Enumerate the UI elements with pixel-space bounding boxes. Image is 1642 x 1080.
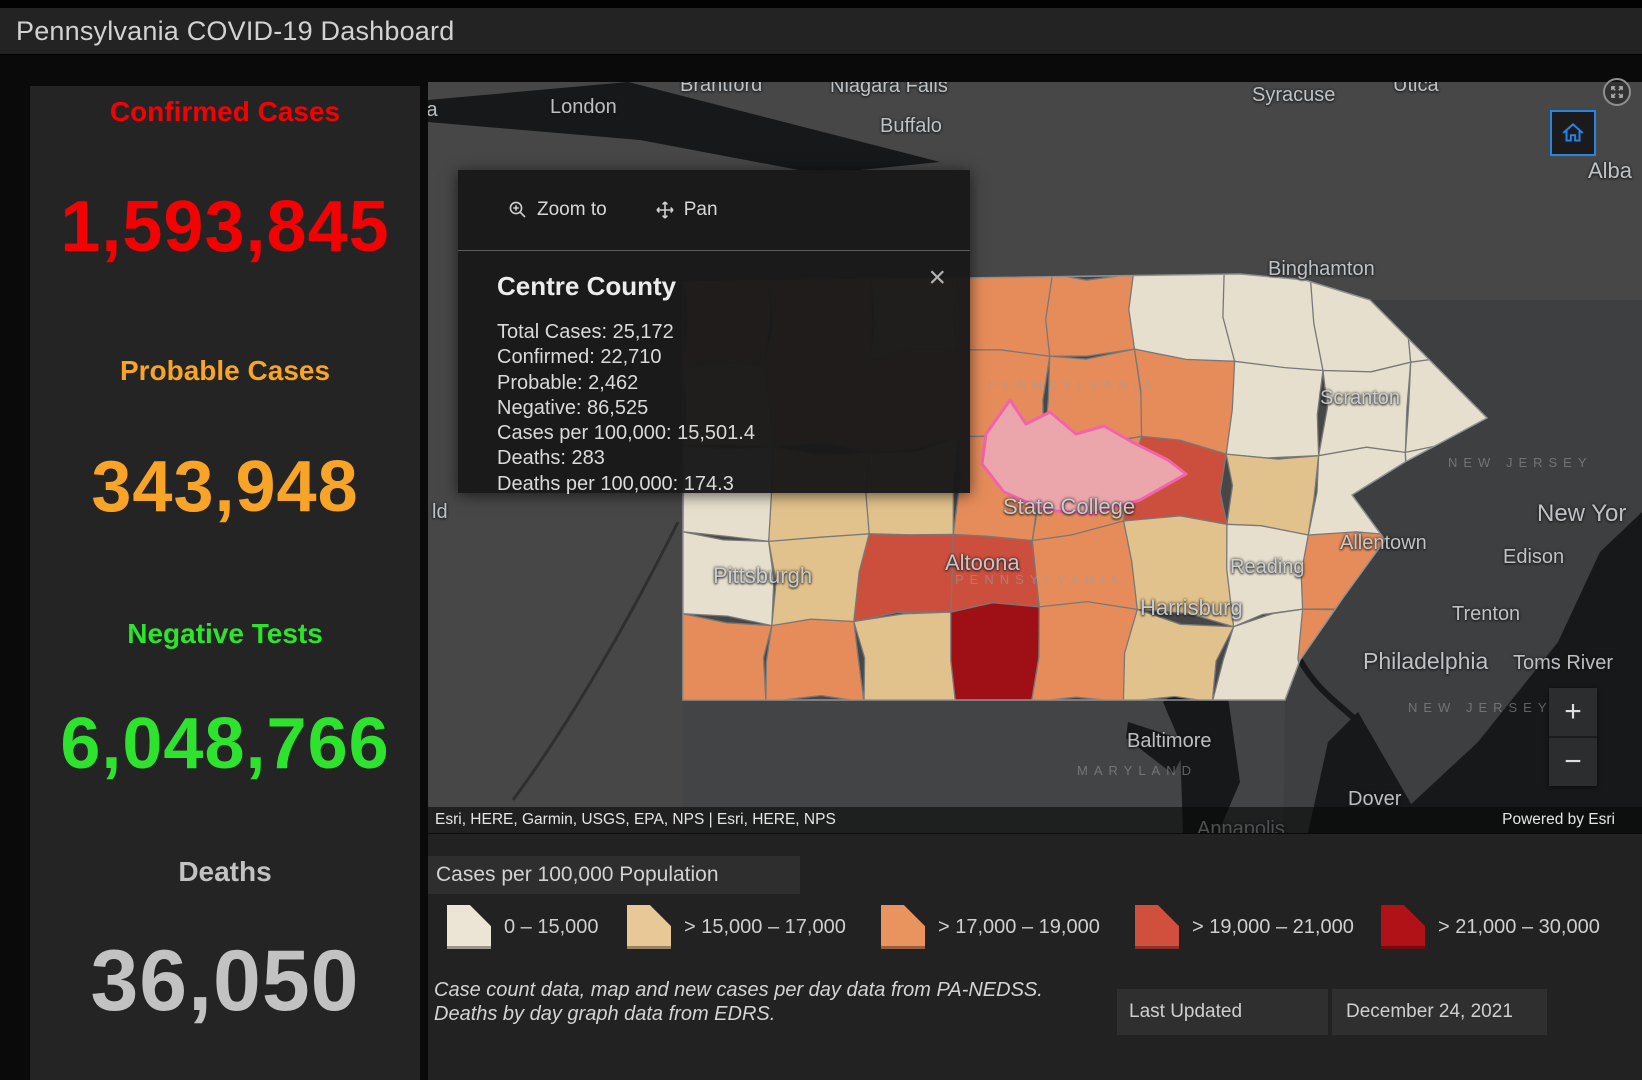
zoom-control: + − xyxy=(1549,688,1597,786)
legend-label-3: > 19,000 – 21,000 xyxy=(1192,915,1354,938)
negative-tests-label: Negative Tests xyxy=(127,618,323,649)
stats-panel: Confirmed Cases 1,593,845 Probable Cases… xyxy=(30,86,420,1080)
zoom-out-button[interactable]: − xyxy=(1549,738,1597,786)
close-icon[interactable]: × xyxy=(928,263,946,293)
county-cell[interactable] xyxy=(1225,453,1320,536)
county-cell[interactable] xyxy=(950,602,1041,708)
negative-tests-value: 6,048,766 xyxy=(60,704,390,784)
legend-title: Cases per 100,000 Population xyxy=(436,863,719,886)
zoom-in-button[interactable]: + xyxy=(1549,688,1597,736)
map-area[interactable]: PENNSYLVANIA PENNSYLVANIA NEW JERSEY NEW JE… xyxy=(428,82,1642,833)
legend-label-0: 0 – 15,000 xyxy=(504,915,599,938)
attribution-text: Esri, HERE, Garmin, USGS, EPA, NPS | Esr… xyxy=(435,811,836,828)
legend-swatch-4 xyxy=(1381,905,1425,949)
county-cell[interactable] xyxy=(681,613,773,706)
expand-button[interactable] xyxy=(1603,78,1631,106)
legend-item-2: > 17,000 – 19,000 xyxy=(881,905,1100,949)
county-cell[interactable] xyxy=(1222,270,1324,373)
expand-arrows-icon xyxy=(1611,86,1623,98)
powered-by-esri[interactable]: Powered by Esri xyxy=(1502,811,1615,829)
home-icon xyxy=(1562,123,1584,142)
county-cell[interactable] xyxy=(1128,268,1236,362)
popup-pan-button[interactable]: Pan xyxy=(655,199,718,221)
legend-swatch-1 xyxy=(627,905,671,949)
map-popup: Zoom to Pan Centre County × Total Cases:… xyxy=(458,170,970,495)
probable-cases-label: Probable Cases xyxy=(119,355,331,386)
popup-body: Centre County × Total Cases: 25,172 Confi… xyxy=(458,251,970,497)
last-updated-value-box: December 24, 2021 xyxy=(1332,989,1547,1035)
probable-cases-value: 343,948 xyxy=(91,447,359,527)
confirmed-cases-value: 1,593,845 xyxy=(60,187,390,267)
header-bar: Pennsylvania COVID-19 Dashboard xyxy=(0,8,1642,55)
popup-title: Centre County xyxy=(497,271,677,301)
popup-stat-line: Total Cases: 25,172 xyxy=(497,321,674,343)
deaths-label: Deaths xyxy=(178,856,272,887)
popup-stats-list: Total Cases: 25,172 Confirmed: 22,710 Prob… xyxy=(497,320,970,497)
legend-swatch-3 xyxy=(1135,905,1179,949)
legend-label-4: > 21,000 – 30,000 xyxy=(1438,915,1600,938)
state-border-line xyxy=(511,521,680,801)
legend-label-2: > 17,000 – 19,000 xyxy=(938,915,1100,938)
popup-zoom-to-button[interactable]: Zoom to xyxy=(508,199,607,221)
popup-stat-line: Probable: 2,462 xyxy=(497,371,639,394)
legend-panel: Cases per 100,000 Population 0 – 15,000 >… xyxy=(428,834,1642,1080)
data-source-note: Case count data, map and new cases per d… xyxy=(434,979,1043,1026)
pan-arrows-icon xyxy=(656,201,674,219)
popup-stat-line: Cases per 100,000: 15,501.4 xyxy=(497,422,755,445)
legend-swatch-0 xyxy=(447,905,491,949)
popup-actions: Zoom to Pan xyxy=(458,170,970,250)
deaths-value: 36,050 xyxy=(90,933,360,1029)
home-button[interactable] xyxy=(1550,110,1596,156)
popup-stat-line: Confirmed: 22,710 xyxy=(497,346,662,369)
county-cell[interactable] xyxy=(852,611,960,702)
popup-stat-line: Negative: 86,525 xyxy=(497,396,649,419)
map-attribution: Esri, HERE, Garmin, USGS, EPA, NPS | Esr… xyxy=(428,807,1642,833)
county-cell[interactable] xyxy=(1225,360,1324,459)
legend-item-3: > 19,000 – 21,000 xyxy=(1135,905,1354,949)
legend-swatch-2 xyxy=(881,905,925,949)
last-updated-label-box: Last Updated xyxy=(1117,989,1328,1035)
legend-item-1: > 15,000 – 17,000 xyxy=(627,905,846,949)
popup-stat-line: Deaths: 283 xyxy=(497,447,605,470)
pan-label: Pan xyxy=(683,199,718,220)
confirmed-cases-label: Confirmed Cases xyxy=(109,96,341,127)
county-cell[interactable] xyxy=(1317,361,1412,457)
county-cell[interactable] xyxy=(677,531,775,627)
county-cell[interactable] xyxy=(1030,600,1139,702)
popup-stat-line: Deaths per 100,000: 174.3 xyxy=(497,472,734,495)
zoom-to-label: Zoom to xyxy=(537,199,607,220)
dashboard-screen: Pennsylvania COVID-19 Dashboard Confirme… xyxy=(0,0,1642,1080)
last-updated-value: December 24, 2021 xyxy=(1346,1001,1513,1022)
county-cell[interactable] xyxy=(765,618,865,702)
top-strip xyxy=(0,0,1642,8)
legend-item-4: > 21,000 – 30,000 xyxy=(1381,905,1600,949)
last-updated-label: Last Updated xyxy=(1129,1001,1243,1022)
page-title: Pennsylvania COVID-19 Dashboard xyxy=(16,15,455,46)
county-cell[interactable] xyxy=(1045,274,1136,357)
magnifier-plus-icon xyxy=(509,201,526,218)
legend-label-1: > 15,000 – 17,000 xyxy=(684,915,846,938)
legend-item-0: 0 – 15,000 xyxy=(447,905,599,949)
legend-title-strip: Cases per 100,000 Population xyxy=(428,856,800,894)
county-cell[interactable] xyxy=(853,533,957,623)
